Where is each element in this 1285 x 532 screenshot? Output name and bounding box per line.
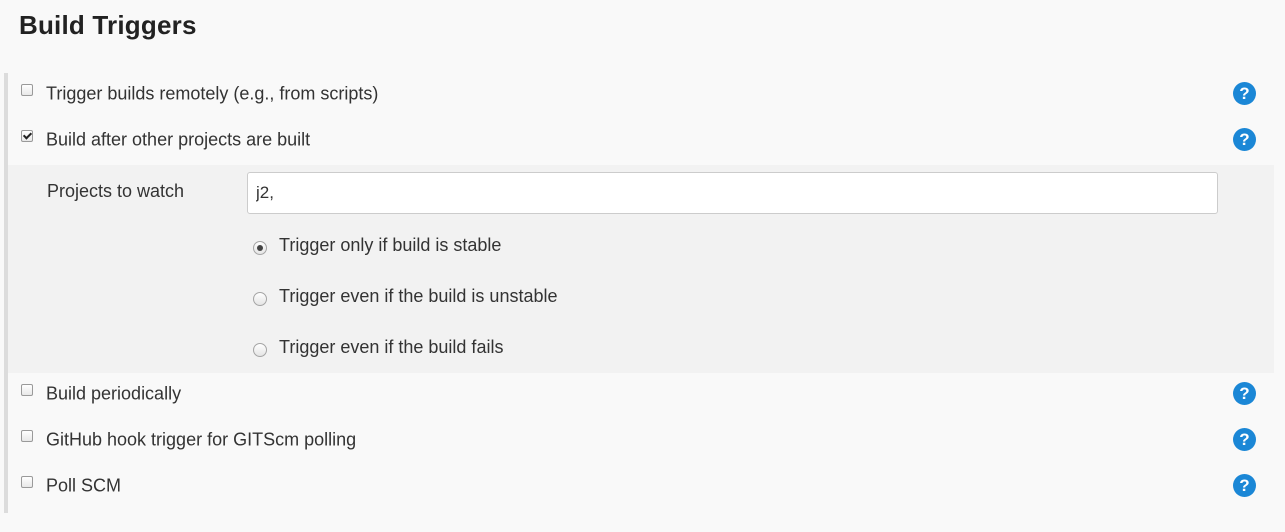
- help-icon[interactable]: ?: [1233, 382, 1256, 405]
- build-periodically-checkbox[interactable]: [21, 384, 33, 396]
- radio-stable[interactable]: [253, 241, 267, 255]
- trigger-row-build-after: Build after other projects are built ?: [8, 117, 1274, 163]
- help-icon[interactable]: ?: [1233, 128, 1256, 151]
- build-after-label[interactable]: Build after other projects are built: [46, 130, 310, 151]
- trigger-row-periodic: Build periodically ?: [8, 371, 1274, 417]
- radio-stable-label[interactable]: Trigger only if build is stable: [279, 235, 501, 256]
- trigger-remote-checkbox[interactable]: [21, 84, 33, 96]
- help-icon[interactable]: ?: [1233, 474, 1256, 497]
- radio-option-fails[interactable]: Trigger even if the build fails: [253, 335, 853, 363]
- build-after-checkbox[interactable]: [21, 130, 33, 142]
- trigger-row-poll-scm: Poll SCM ?: [8, 463, 1274, 509]
- poll-scm-checkbox[interactable]: [21, 476, 33, 488]
- poll-scm-label[interactable]: Poll SCM: [46, 476, 121, 497]
- help-icon[interactable]: ?: [1233, 428, 1256, 451]
- help-icon[interactable]: ?: [1233, 82, 1256, 105]
- radio-fails[interactable]: [253, 343, 267, 357]
- radio-unstable[interactable]: [253, 292, 267, 306]
- build-after-options-panel: Projects to watch Trigger only if build …: [8, 165, 1274, 373]
- github-hook-checkbox[interactable]: [21, 430, 33, 442]
- trigger-row-remote: Trigger builds remotely (e.g., from scri…: [8, 71, 1274, 117]
- radio-option-stable[interactable]: Trigger only if build is stable: [253, 233, 853, 261]
- radio-option-unstable[interactable]: Trigger even if the build is unstable: [253, 284, 853, 312]
- trigger-remote-label[interactable]: Trigger builds remotely (e.g., from scri…: [46, 84, 378, 105]
- trigger-row-github-hook: GitHub hook trigger for GITScm polling ?: [8, 417, 1274, 463]
- projects-to-watch-input[interactable]: [247, 172, 1218, 214]
- section-title: Build Triggers: [19, 10, 197, 40]
- radio-unstable-label[interactable]: Trigger even if the build is unstable: [279, 286, 558, 307]
- build-periodically-label[interactable]: Build periodically: [46, 384, 181, 405]
- projects-to-watch-label: Projects to watch: [47, 181, 185, 201]
- github-hook-label[interactable]: GitHub hook trigger for GITScm polling: [46, 430, 356, 451]
- radio-fails-label[interactable]: Trigger even if the build fails: [279, 337, 503, 358]
